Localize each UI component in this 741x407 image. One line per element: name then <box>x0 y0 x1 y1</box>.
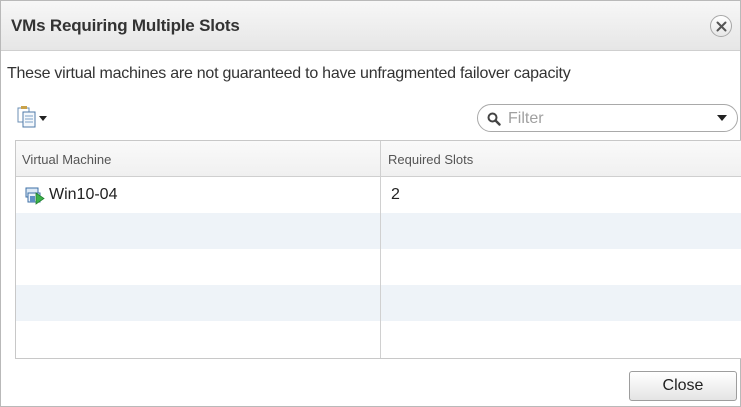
export-list-icon <box>17 106 47 128</box>
dialog-titlebar: VMs Requiring Multiple Slots <box>1 1 740 51</box>
dialog-close-icon[interactable] <box>710 15 732 37</box>
filter-placeholder: Filter <box>508 110 544 127</box>
dialog-description: These virtual machines are not guarantee… <box>7 65 571 82</box>
empty-table-row <box>16 249 741 285</box>
dialog-title: VMs Requiring Multiple Slots <box>11 16 240 35</box>
column-header-virtual-machine[interactable]: Virtual Machine <box>22 152 111 167</box>
empty-table-row <box>16 285 741 321</box>
column-divider[interactable] <box>380 141 381 358</box>
chevron-down-icon[interactable] <box>717 115 727 122</box>
table-row[interactable]: Win10-04 2 <box>16 177 741 213</box>
vm-slots-table: Virtual Machine Required Slots Win10-04 … <box>15 140 741 359</box>
table-header: Virtual Machine Required Slots <box>16 141 741 177</box>
empty-table-row <box>16 321 741 358</box>
vm-name-cell[interactable]: Win10-04 <box>49 186 117 204</box>
required-slots-cell: 2 <box>391 186 400 203</box>
close-button[interactable]: Close <box>629 371 737 401</box>
vms-multiple-slots-dialog: VMs Requiring Multiple Slots These virtu… <box>0 0 741 407</box>
empty-table-row <box>16 213 741 249</box>
export-menu-button[interactable] <box>15 105 51 131</box>
filter-search-field[interactable]: Filter <box>477 104 738 132</box>
search-icon <box>487 112 501 126</box>
column-header-required-slots[interactable]: Required Slots <box>388 152 473 167</box>
vm-powered-on-icon <box>25 187 45 205</box>
